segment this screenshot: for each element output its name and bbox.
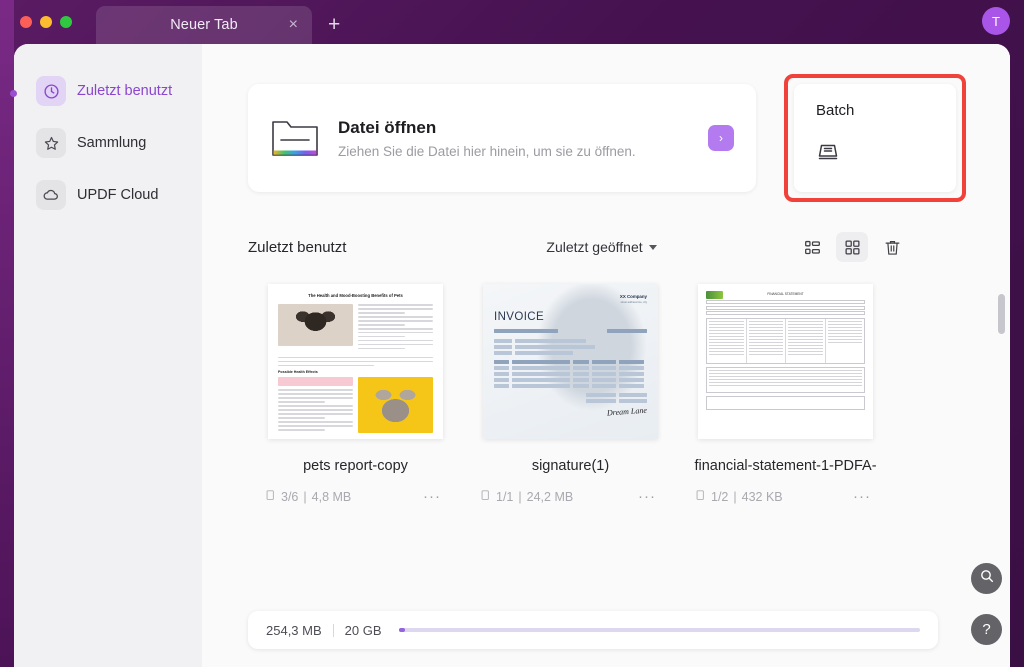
meta-separator: | <box>303 490 307 504</box>
file-more-button[interactable]: ··· <box>638 489 656 504</box>
meta-separator: | <box>733 490 737 504</box>
close-window-button[interactable] <box>20 16 32 28</box>
app-window: Neuer Tab × + T Zuletzt benutzt Sammlung… <box>0 0 1024 667</box>
thumb-subheading: Possible Health Effects <box>278 370 318 375</box>
sidebar-item-label: Zuletzt benutzt <box>77 83 173 99</box>
meta-separator: | <box>518 490 522 504</box>
thumb-photo <box>278 304 353 346</box>
sidebar-item-cloud[interactable]: UPDF Cloud <box>28 176 188 214</box>
sidebar-item-collection[interactable]: Sammlung <box>28 124 188 162</box>
batch-title: Batch <box>816 102 855 119</box>
scrollbar[interactable] <box>998 294 1005 594</box>
thumb-signature: Dream Lane <box>606 405 648 418</box>
file-meta: 3/6 | 4,8 MB ··· <box>248 489 463 504</box>
file-name: financial-statement-1-PDFA- <box>694 458 877 474</box>
pages-icon <box>481 490 491 504</box>
file-card: XX Company street address line, city INV… <box>463 284 678 504</box>
section-title: Zuletzt benutzt <box>248 238 347 256</box>
sidebar-collapse-handle[interactable] <box>10 90 17 97</box>
thumb-title: INVOICE <box>494 311 545 323</box>
sidebar-item-label: Sammlung <box>77 135 147 151</box>
file-size: 432 KB <box>741 490 783 504</box>
file-more-button[interactable]: ··· <box>423 489 441 504</box>
storage-used: 254,3 MB <box>266 622 322 638</box>
file-thumbnail[interactable]: XX Company street address line, city INV… <box>483 284 658 439</box>
minimize-window-button[interactable] <box>40 16 52 28</box>
star-icon <box>36 128 66 158</box>
open-file-title: Datei öffnen <box>338 117 437 137</box>
search-fab[interactable] <box>971 563 1002 594</box>
thumb-photo <box>358 377 433 434</box>
pages-icon <box>696 490 706 504</box>
new-tab-icon[interactable]: + <box>328 14 340 35</box>
pages-icon <box>266 490 276 504</box>
sidebar-item-recent[interactable]: Zuletzt benutzt <box>28 72 188 110</box>
sort-label: Zuletzt geöffnet <box>546 239 643 255</box>
title-bar: Neuer Tab × + T <box>0 0 1024 44</box>
avatar-initial: T <box>992 13 1000 29</box>
traffic-lights <box>20 16 72 28</box>
trash-icon[interactable] <box>876 232 908 262</box>
help-fab[interactable]: ? <box>971 614 1002 645</box>
file-card: The Health and Mood-Boosting Benefits of… <box>248 284 463 504</box>
maximize-window-button[interactable] <box>60 16 72 28</box>
folder-icon <box>270 117 320 159</box>
sort-dropdown[interactable]: Zuletzt geöffnet <box>546 239 657 255</box>
storage-progress-track[interactable] <box>398 628 920 632</box>
batch-card[interactable]: Batch <box>794 84 956 192</box>
open-file-subtitle: Ziehen Sie die Datei hier hinein, um sie… <box>338 143 636 159</box>
file-pages: 3/6 <box>281 490 299 504</box>
thumb-company-sub: street address line, city <box>620 301 647 304</box>
file-meta: 1/1 | 24,2 MB ··· <box>463 489 678 504</box>
sidebar: Zuletzt benutzt Sammlung UPDF Cloud <box>14 44 202 667</box>
chevron-down-icon <box>648 244 657 250</box>
file-pages: 1/1 <box>496 490 514 504</box>
file-grid: The Health and Mood-Boosting Benefits of… <box>248 284 1010 504</box>
divider <box>332 623 334 637</box>
file-size: 24,2 MB <box>526 490 574 504</box>
view-buttons <box>796 232 908 262</box>
close-icon[interactable]: × <box>289 17 298 33</box>
list-view-button[interactable] <box>796 232 828 262</box>
thumb-title: FINANCIAL STATEMENT <box>767 292 804 296</box>
tab-title: Neuer Tab <box>170 17 238 33</box>
file-size: 4,8 MB <box>311 490 352 504</box>
file-thumbnail[interactable]: FINANCIAL STATEMENT <box>698 284 873 439</box>
file-name: pets report-copy <box>303 458 408 474</box>
open-file-arrow-button[interactable]: › <box>708 125 734 151</box>
open-file-text: Datei öffnen Ziehen Sie die Datei hier h… <box>338 118 636 159</box>
file-name: signature(1) <box>531 458 610 474</box>
storage-progress-fill <box>398 628 405 632</box>
file-card: FINANCIAL STATEMENT financial-statement-… <box>678 284 893 504</box>
storage-bar: 254,3 MB 20 GB <box>248 611 938 649</box>
thumb-heading: The Health and Mood-Boosting Benefits of… <box>308 293 403 298</box>
cloud-icon <box>36 180 66 210</box>
browser-tab[interactable]: Neuer Tab × <box>96 6 312 44</box>
app-panel: Zuletzt benutzt Sammlung UPDF Cloud Date… <box>14 44 1010 667</box>
search-icon <box>979 568 995 589</box>
batch-card-wrapper: Batch <box>784 74 966 202</box>
file-meta: 1/2 | 432 KB ··· <box>678 489 893 504</box>
file-thumbnail[interactable]: The Health and Mood-Boosting Benefits of… <box>268 284 443 439</box>
storage-total: 20 GB <box>344 622 382 638</box>
sidebar-item-label: UPDF Cloud <box>77 187 159 203</box>
avatar[interactable]: T <box>982 7 1010 35</box>
batch-stack-icon <box>816 144 840 167</box>
open-file-card[interactable]: Datei öffnen Ziehen Sie die Datei hier h… <box>248 84 756 192</box>
file-pages: 1/2 <box>711 490 729 504</box>
scrollbar-thumb[interactable] <box>998 294 1005 334</box>
main-content: Datei öffnen Ziehen Sie die Datei hier h… <box>202 44 1010 667</box>
clock-icon <box>36 76 66 106</box>
help-icon: ? <box>982 621 991 638</box>
quick-action-cards: Datei öffnen Ziehen Sie die Datei hier h… <box>202 44 1010 202</box>
files-toolbar: Zuletzt benutzt Zuletzt geöffnet <box>248 232 908 262</box>
grid-view-button[interactable] <box>836 232 868 262</box>
file-more-button[interactable]: ··· <box>853 489 871 504</box>
thumb-company: XX Company <box>619 294 647 299</box>
